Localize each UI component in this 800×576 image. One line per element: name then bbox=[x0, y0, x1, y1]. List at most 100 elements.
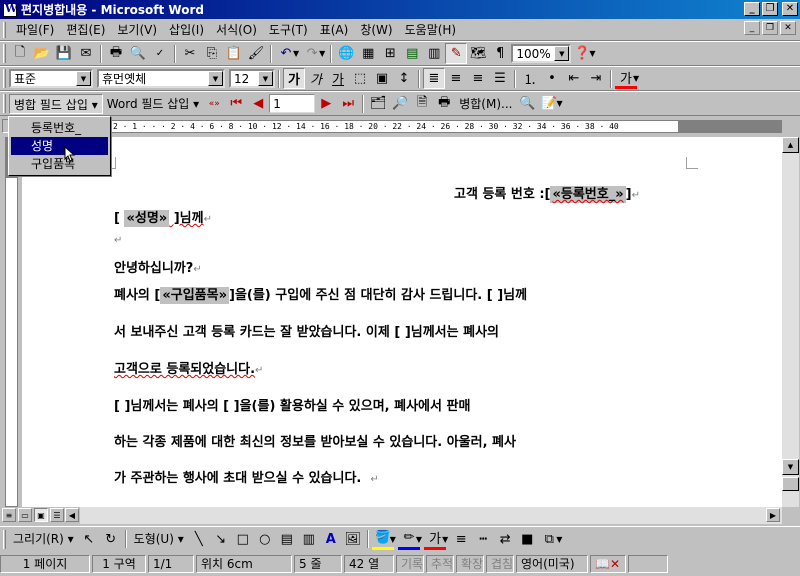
arrow-style-icon[interactable]: ⇄ bbox=[494, 529, 516, 550]
print-preview-icon[interactable]: 🔍 bbox=[127, 43, 149, 64]
bold-button[interactable]: 가 bbox=[283, 68, 305, 89]
autoshapes-button[interactable]: 도형(U) ▾ bbox=[130, 529, 188, 549]
menu-tools[interactable]: 도구(T) bbox=[263, 21, 314, 39]
draw-menu-button[interactable]: 그리기(R) ▾ bbox=[9, 529, 78, 549]
tables-borders-icon[interactable]: ▦ bbox=[357, 43, 379, 64]
document-map-icon[interactable]: 🗺 bbox=[467, 43, 489, 64]
show-hide-icon[interactable]: ¶ bbox=[489, 43, 511, 64]
menu-file[interactable]: 파일(F) bbox=[10, 21, 60, 39]
maximize-button[interactable]: ❐ bbox=[762, 2, 778, 16]
doc-restore-button[interactable]: ❐ bbox=[762, 21, 778, 35]
clipart-icon[interactable]: 🖼 bbox=[342, 529, 364, 550]
chevron-down-icon[interactable]: ▼ bbox=[208, 71, 223, 86]
increase-indent-icon[interactable]: ⇥ bbox=[585, 68, 607, 89]
merge-to-printer-icon[interactable]: 🖶 bbox=[433, 93, 455, 114]
status-ext[interactable]: 확장 bbox=[456, 554, 484, 573]
style-combo[interactable]: 표준 ▼ bbox=[9, 69, 93, 88]
status-ovr[interactable]: 겹침 bbox=[486, 554, 514, 573]
scroll-up-button[interactable]: ▲ bbox=[782, 137, 799, 153]
char-border-icon[interactable]: ⬚ bbox=[349, 68, 371, 89]
italic-button[interactable]: 가 bbox=[305, 68, 327, 89]
oval-icon[interactable]: ○ bbox=[254, 529, 276, 550]
save-icon[interactable]: 💾 bbox=[53, 43, 75, 64]
web-view-icon[interactable]: ▭ bbox=[18, 508, 32, 522]
spelling-status-icon[interactable]: 📖✕ bbox=[590, 554, 626, 573]
print-layout-icon[interactable]: ▣ bbox=[34, 508, 48, 522]
print-icon[interactable]: 🖶 bbox=[105, 43, 127, 64]
email-icon[interactable]: ✉ bbox=[75, 43, 97, 64]
prev-record-icon[interactable]: ◀ bbox=[247, 93, 269, 114]
vertical-textbox-icon[interactable]: ▥ bbox=[298, 529, 320, 550]
merge-field-option[interactable]: 등록번호_ bbox=[11, 119, 108, 137]
toolbar-grip[interactable] bbox=[3, 69, 6, 88]
insert-merge-field-button[interactable]: 병합 필드 삽입 ▾ bbox=[9, 93, 103, 114]
find-record-icon[interactable]: 🔍 bbox=[516, 93, 538, 114]
select-objects-icon[interactable]: ↖ bbox=[78, 529, 100, 550]
font-combo[interactable]: 휴먼옛체 ▼ bbox=[97, 69, 225, 88]
shadow-icon[interactable]: ■ bbox=[516, 529, 538, 550]
status-rec[interactable]: 기록 bbox=[396, 554, 424, 573]
columns-icon[interactable]: ▥ bbox=[423, 43, 445, 64]
zoom-combo[interactable]: 100% ▼ bbox=[511, 44, 572, 63]
menu-window[interactable]: 창(W) bbox=[354, 21, 398, 39]
scroll-thumb[interactable] bbox=[782, 477, 799, 491]
status-trk[interactable]: 추적 bbox=[426, 554, 454, 573]
first-record-icon[interactable]: ⏮ bbox=[225, 93, 247, 114]
arrow-icon[interactable]: ↘ bbox=[210, 529, 232, 550]
menu-help[interactable]: 도움말(H) bbox=[399, 21, 463, 39]
scroll-left-button[interactable]: ◀ bbox=[65, 508, 79, 522]
merge-field-option-selected[interactable]: 성명 bbox=[11, 137, 108, 155]
format-painter-icon[interactable]: 🖌 bbox=[245, 43, 267, 64]
scroll-right-button[interactable]: ▶ bbox=[766, 508, 780, 522]
next-record-icon[interactable]: ▶ bbox=[315, 93, 337, 114]
last-record-icon[interactable]: ⏭ bbox=[337, 93, 359, 114]
menu-view[interactable]: 보기(V) bbox=[111, 21, 163, 39]
chevron-down-icon[interactable]: ▼ bbox=[258, 71, 273, 86]
doc-minimize-button[interactable]: _ bbox=[744, 21, 760, 35]
underline-button[interactable]: 가 bbox=[327, 68, 349, 89]
horizontal-scroll-track[interactable] bbox=[80, 507, 782, 524]
rectangle-icon[interactable]: □ bbox=[232, 529, 254, 550]
vertical-scrollbar[interactable]: ▲ ▼ bbox=[782, 137, 799, 507]
align-right-icon[interactable]: ≡ bbox=[467, 68, 489, 89]
align-justify-icon[interactable]: ≣ bbox=[423, 68, 445, 89]
dash-style-icon[interactable]: ┅ bbox=[472, 529, 494, 550]
char-scale-icon[interactable]: ↕ bbox=[393, 68, 415, 89]
line-icon[interactable]: ╲ bbox=[188, 529, 210, 550]
merge-field-product[interactable]: «구입품목» bbox=[160, 287, 229, 304]
horizontal-ruler[interactable]: 2 · 1 · · · 2 · 4 · 6 · 8 · 10 · 12 · 14… bbox=[22, 120, 782, 133]
word-app-icon[interactable] bbox=[3, 2, 17, 17]
size-combo[interactable]: 12 ▼ bbox=[229, 69, 275, 88]
merge-to-doc-icon[interactable]: 🗎 bbox=[411, 93, 433, 114]
menu-insert[interactable]: 삽입(I) bbox=[163, 21, 210, 39]
distribute-icon[interactable]: ☰ bbox=[489, 68, 511, 89]
spelling-icon[interactable]: ✓ bbox=[149, 43, 171, 64]
char-shading-icon[interactable]: ▣ bbox=[371, 68, 393, 89]
new-doc-icon[interactable]: 🗋 bbox=[9, 43, 31, 64]
chevron-down-icon[interactable]: ▼ bbox=[554, 46, 570, 61]
check-errors-icon[interactable]: 🔎 bbox=[389, 93, 411, 114]
menu-format[interactable]: 서식(O) bbox=[210, 21, 263, 39]
doc-close-button[interactable]: ✕ bbox=[780, 21, 796, 35]
textbox-icon[interactable]: ▤ bbox=[276, 529, 298, 550]
copy-icon[interactable]: ⎘ bbox=[201, 43, 223, 64]
rotate-icon[interactable]: ↻ bbox=[100, 529, 122, 550]
close-button[interactable]: ✕ bbox=[782, 2, 798, 16]
insert-word-field-button[interactable]: Word 필드 삽입 ▾ bbox=[103, 94, 203, 114]
paste-icon[interactable]: 📋 bbox=[223, 43, 245, 64]
merge-field-name[interactable]: «성명» bbox=[124, 210, 170, 227]
hyperlink-icon[interactable]: 🌐 bbox=[335, 43, 357, 64]
menu-edit[interactable]: 편집(E) bbox=[60, 21, 111, 39]
cut-icon[interactable]: ✂ bbox=[179, 43, 201, 64]
bullets-icon[interactable]: • bbox=[541, 68, 563, 89]
merge-field-reg-no[interactable]: «등록번호_» bbox=[550, 186, 626, 203]
numbering-icon[interactable]: ⒈ bbox=[519, 68, 541, 89]
outline-view-icon[interactable]: ☰ bbox=[50, 508, 64, 522]
merge-field-option[interactable]: 구입품목 bbox=[11, 155, 108, 173]
mail-merge-helper-icon[interactable]: 🗂 bbox=[367, 93, 389, 114]
insert-table-icon[interactable]: ⊞ bbox=[379, 43, 401, 64]
normal-view-icon[interactable]: ≡ bbox=[2, 508, 16, 522]
insert-excel-icon[interactable]: ▤ bbox=[401, 43, 423, 64]
decrease-indent-icon[interactable]: ⇤ bbox=[563, 68, 585, 89]
wordart-icon[interactable]: A bbox=[320, 529, 342, 550]
